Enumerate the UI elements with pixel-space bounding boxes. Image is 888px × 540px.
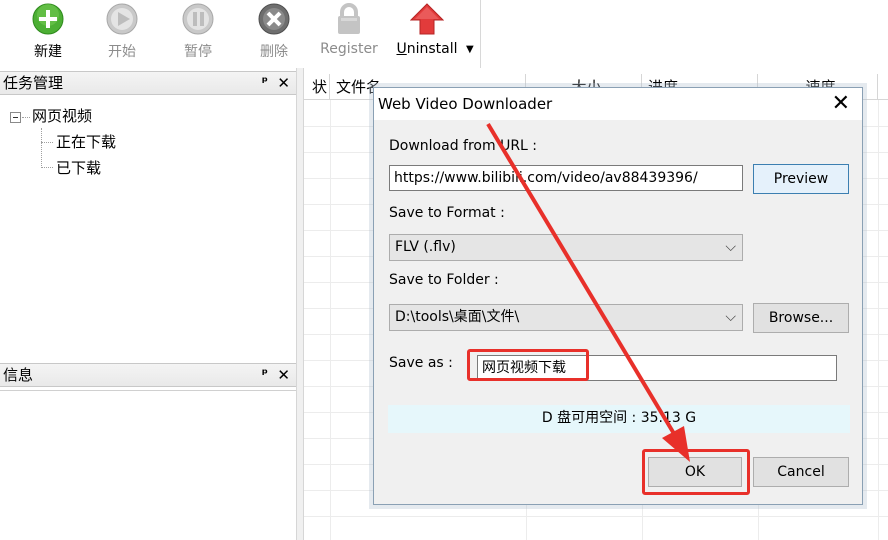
chevron-down-icon: ⌵ [725,309,736,325]
uninstall-rest: ninstall [406,41,458,57]
format-value: FLV (.flv) [395,239,456,255]
tree-connector [41,167,53,168]
folder-label: Save to Folder : [389,272,499,288]
format-select[interactable]: FLV (.flv) ⌵ [389,234,743,261]
toolbar-separator [480,0,481,68]
delete-button[interactable]: 删除 [242,0,306,66]
uninstall-button-label: Uninstall [396,41,458,57]
folder-select[interactable]: D:\tools\桌面\文件\ ⌵ [389,304,743,331]
start-button[interactable]: 开始 [90,0,154,66]
toolbar: 新建 开始 暂停 删除 Register Uninstall ▼ [0,0,888,68]
up-arrow-icon [410,3,444,35]
register-button[interactable]: Register [316,0,382,66]
uninstall-button[interactable]: Uninstall [392,0,462,66]
start-button-label: 开始 [108,44,136,60]
pane-splitter[interactable] [296,68,304,540]
folder-value: D:\tools\桌面\文件\ [395,309,520,325]
url-input[interactable]: https://www.bilibili.com/video/av8843939… [389,165,743,191]
tasks-pane-title: 任务管理 [3,74,64,92]
pin-icon[interactable]: ᵖ [262,364,268,386]
info-pane-body [0,390,296,540]
delete-button-label: 删除 [260,44,288,60]
tree-connector [22,117,30,118]
lock-icon [338,3,360,34]
pause-button[interactable]: 暂停 [166,0,230,66]
pause-circle-icon [182,3,214,35]
close-icon[interactable]: ✕ [277,72,290,94]
web-video-downloader-dialog: Web Video Downloader ✕ Download from URL… [373,87,863,505]
app-window: 新建 开始 暂停 删除 Register Uninstall ▼ 任务管理 ᵖ … [0,0,888,540]
annotation-box-save-as [467,349,589,381]
browse-button[interactable]: Browse... [753,303,849,333]
grid-line [304,516,888,517]
dialog-title: Web Video Downloader [378,95,553,113]
pin-icon[interactable]: ᵖ [262,72,268,94]
close-icon[interactable]: ✕ [277,364,290,386]
close-circle-icon [258,3,290,35]
tree-item-downloading[interactable]: 正在下载 [56,131,116,152]
tree-item-downloaded[interactable]: 已下载 [56,157,101,178]
dialog-titlebar: Web Video Downloader ✕ [374,88,862,120]
info-pane-title: 信息 [3,366,34,384]
tree-connector [41,142,53,143]
toolbar-dropdown-arrow[interactable]: ▼ [466,44,474,55]
plus-circle-icon [32,3,64,35]
task-tree [0,98,296,354]
format-label: Save to Format : [389,205,505,221]
free-space-bar: D 盘可用空间 : 35.13 G [388,405,850,433]
tree-connector [41,128,42,168]
annotation-box-ok [642,449,750,495]
grid-line [330,100,331,540]
info-pane-header: 信息 ᵖ ✕ [0,363,296,387]
preview-button[interactable]: Preview [753,164,849,194]
column-status[interactable]: 状 [304,74,330,100]
play-circle-icon [106,3,138,35]
register-button-label: Register [320,41,378,57]
save-as-label: Save as : [389,355,453,371]
url-label: Download from URL : [389,138,538,154]
tree-item-web-video[interactable]: 网页视频 [32,105,92,126]
pause-button-label: 暂停 [184,44,212,60]
chevron-down-icon: ⌵ [725,239,736,255]
grid-line [878,100,879,540]
close-icon[interactable]: ✕ [832,91,850,116]
cancel-button[interactable]: Cancel [753,457,849,487]
new-button-label: 新建 [34,44,62,60]
collapse-icon[interactable] [10,112,21,123]
new-button[interactable]: 新建 [16,0,80,66]
tasks-pane-header: 任务管理 ᵖ ✕ [0,71,296,95]
